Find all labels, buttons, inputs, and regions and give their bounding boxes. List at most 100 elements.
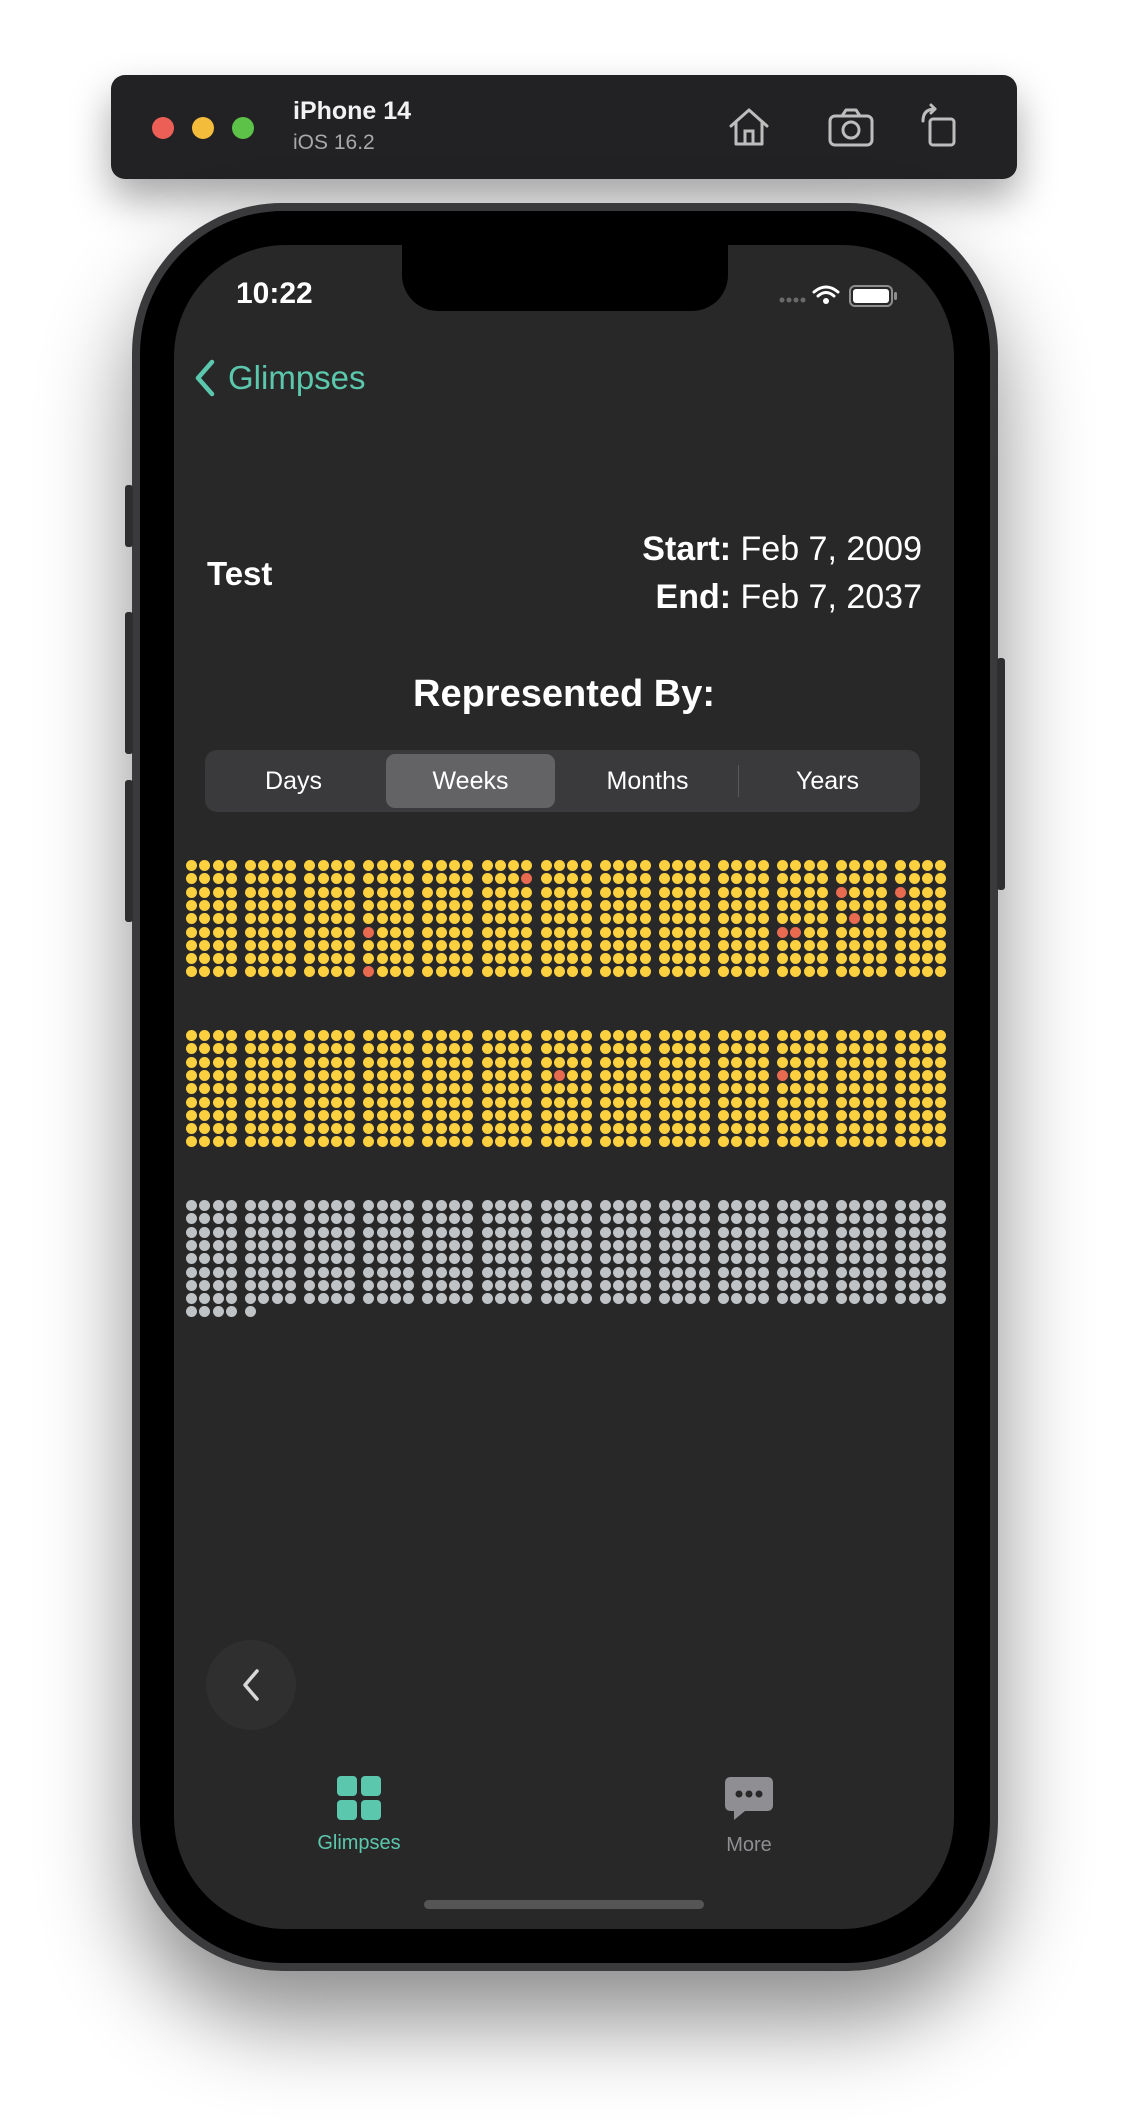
week-dot [363,860,375,871]
week-dot [363,939,375,951]
previous-page-button[interactable] [206,1640,296,1730]
week-dot [376,1239,388,1251]
week-dot [757,1109,769,1121]
week-dot [389,1096,401,1108]
week-dot [521,1069,533,1081]
week-dot [816,1293,828,1305]
week-dot [317,1213,329,1225]
week-dot [599,1200,611,1211]
week-dot [599,1043,611,1055]
week-dot [790,1123,802,1135]
rotate-button[interactable] [913,101,965,153]
week-dot [199,926,211,938]
week-dot [744,886,756,898]
week-dot [330,1056,342,1068]
tab-glimpses[interactable]: Glimpses [269,1775,449,1855]
week-dot [186,1213,197,1225]
week-dot [225,966,237,978]
week-dot [330,1266,342,1278]
week-dot [521,886,533,898]
week-dot [580,1279,592,1291]
week-dot [435,1043,447,1055]
week-dot [199,886,211,898]
week-dot [285,1083,296,1095]
week-dot [271,926,283,938]
week-dot [285,1200,296,1211]
week-dot [199,1109,211,1121]
week-dot [849,926,861,938]
week-dot [790,1030,802,1041]
week-dot [803,926,815,938]
home-button[interactable] [723,101,775,153]
week-dot [908,1043,920,1055]
week-dot [777,1239,788,1251]
tab-more[interactable]: More [659,1775,839,1857]
week-dot [717,966,729,978]
week-dot [403,1200,415,1211]
week-dot [613,1200,624,1211]
week-dot [494,1056,506,1068]
week-dot [744,1253,756,1265]
week-dot [435,953,447,965]
week-dot [862,1293,874,1305]
week-dot [790,1266,802,1278]
week-dot [186,873,197,885]
week-dot [540,860,552,871]
week-dot [271,1056,283,1068]
week-dot [658,1253,670,1265]
week-dot [389,913,401,925]
week-dot [271,913,283,925]
week-dot [658,913,670,925]
week-dot [245,1200,257,1211]
week-dot [389,1239,401,1251]
week-dot [908,966,920,978]
week-dot [422,1253,434,1265]
week-dot [849,953,861,965]
week-dot [376,1030,388,1041]
week-dot [363,1239,375,1251]
week-dot [521,1253,533,1265]
week-dot [921,1213,933,1225]
week-dot [344,1213,356,1225]
week-dot [816,899,828,911]
week-dot [731,926,743,938]
week-dot [876,913,887,925]
week-dot [639,953,651,965]
week-dot [895,966,907,978]
week-dot [717,1083,729,1095]
week-dot [908,1279,920,1291]
week-dot [757,913,769,925]
week-dot [435,1096,447,1108]
week-dot [777,1136,788,1148]
minimize-window-button[interactable] [192,117,214,139]
week-dot [199,939,211,951]
week-dot [639,1083,651,1095]
week-dot [921,1030,933,1041]
week-dot [285,966,296,978]
week-dot [389,1213,401,1225]
week-dot [613,1043,624,1055]
week-dot [921,1279,933,1291]
week-dot [777,1293,788,1305]
week-dot [508,953,520,965]
week-dot [481,1239,493,1251]
week-dot [613,1123,624,1135]
week-dot [816,1083,828,1095]
week-dot [376,913,388,925]
week-dot [212,1306,224,1318]
week-dot [580,926,592,938]
close-window-button[interactable] [152,117,174,139]
week-dot [553,926,565,938]
screenshot-button[interactable] [825,101,877,153]
week-dot [895,1109,907,1121]
week-dot [508,1253,520,1265]
week-dot [777,1043,788,1055]
week-dot [344,966,356,978]
week-dot [790,1279,802,1291]
zoom-window-button[interactable] [232,117,254,139]
week-dot [245,1266,257,1278]
week-dot [245,953,257,965]
week-dot [836,1083,848,1095]
week-dot [567,1123,579,1135]
week-dot [757,1253,769,1265]
